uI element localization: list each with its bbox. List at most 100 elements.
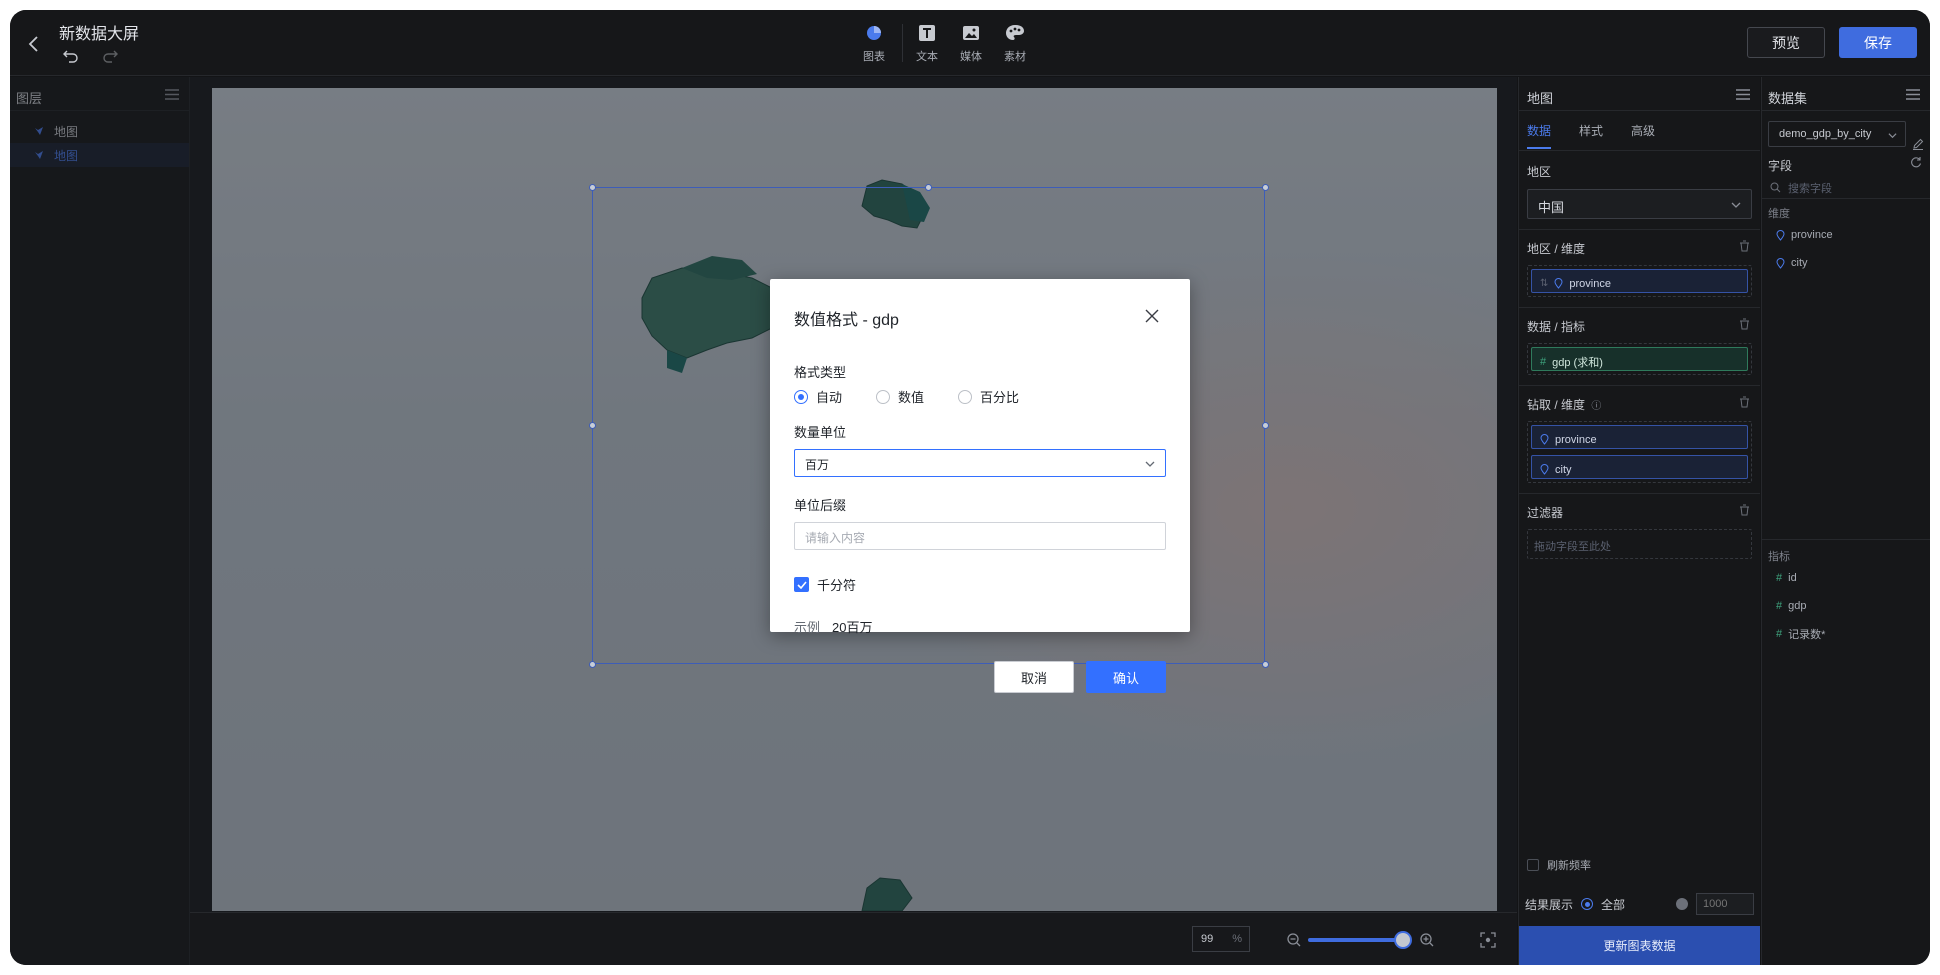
metric-label: 数据 / 指标 [1527,320,1586,334]
dataset-field-id[interactable]: # id [1762,564,1930,592]
result-limit-radio[interactable] [1676,898,1688,910]
dataset-field-count[interactable]: # 记录数* [1762,620,1930,648]
tool-chart[interactable]: 图表 [854,22,894,64]
search-icon [1770,182,1781,193]
resize-handle[interactable] [1262,184,1269,191]
trash-icon[interactable] [1739,504,1750,516]
properties-header: 地图 [1519,77,1760,111]
resize-handle[interactable] [925,184,932,191]
unit-select-value: 百万 [805,458,830,472]
field-chip[interactable]: # gdp (求和) [1531,347,1748,371]
thousand-separator-checkbox[interactable]: 千分符 [794,575,856,594]
result-limit-input[interactable] [1696,893,1754,915]
suffix-input[interactable]: 请输入内容 [794,522,1166,550]
menu-icon[interactable] [1906,89,1920,100]
zoom-slider-thumb[interactable] [1394,931,1412,949]
filter-well[interactable]: 拖动字段至此处 [1527,529,1752,559]
edit-icon[interactable] [1912,138,1924,150]
dataset-field-gdp[interactable]: # gdp [1762,592,1930,620]
suffix-input-placeholder: 请输入内容 [805,531,866,545]
refresh-label: 刷新频率 [1547,860,1591,872]
field-chip[interactable]: province [1531,425,1748,449]
trash-icon[interactable] [1739,318,1750,330]
fields-header: 字段 [1762,153,1930,177]
result-all-radio[interactable] [1581,898,1594,910]
number-format-dialog: 数值格式 - gdp 格式类型 自动 数值 百分比 数量单位 百万 单位后缀 请… [770,279,1190,693]
format-radio-auto[interactable]: 自动 [794,387,842,406]
dataset-select[interactable]: demo_gdp_by_city [1768,121,1906,147]
tool-assets-label: 素材 [1004,51,1026,63]
tab-advanced[interactable]: 高级 [1631,122,1655,139]
trash-icon[interactable] [1739,396,1750,408]
confirm-button[interactable]: 确认 [1086,661,1166,693]
suffix-label: 单位后缀 [794,498,847,513]
format-radio-percent[interactable]: 百分比 [958,387,1019,406]
resize-handle[interactable] [1262,661,1269,668]
hash-icon: # [1776,600,1783,612]
tab-data[interactable]: 数据 [1527,122,1552,149]
drill-well[interactable]: province city [1527,421,1752,483]
hash-icon: # [1776,572,1783,584]
chart-pie-icon [867,26,881,40]
dataset-field-label: id [1788,572,1797,584]
dataset-field-province[interactable]: province [1762,221,1930,249]
resize-handle[interactable] [589,422,596,429]
preview-button[interactable]: 预览 [1747,27,1825,58]
trash-icon[interactable] [1739,240,1750,252]
tool-text[interactable]: 文本 [907,22,947,64]
tool-assets[interactable]: 素材 [995,22,1035,64]
dataset-field-city[interactable]: city [1762,249,1930,277]
fit-screen-icon[interactable] [1480,932,1496,948]
format-example: 示例 20百万 [794,617,872,636]
menu-icon[interactable] [1736,89,1750,100]
filter-placeholder: 拖动字段至此处 [1534,541,1611,553]
chevron-down-icon [1145,461,1155,467]
field-chip-label: province [1569,277,1611,290]
back-arrow-icon[interactable] [24,34,44,54]
result-label: 结果展示 [1525,897,1574,912]
unit-label: 数量单位 [794,425,847,440]
unit-select[interactable]: 百万 [794,449,1166,477]
format-radio-number[interactable]: 数值 [876,387,924,406]
resize-handle[interactable] [589,661,596,668]
hash-icon: # [1540,355,1547,368]
app-window: 新数据大屏 图表 文本 媒体 素材 预览 保存 图层 地图 地图 99 % 地图… [10,10,1930,965]
redo-icon[interactable] [101,46,119,64]
undo-icon[interactable] [62,46,80,64]
field-search[interactable]: 搜索字段 [1762,177,1930,199]
radio-label: 百分比 [980,390,1020,405]
section-divider [1519,493,1760,494]
drill-label: 钻取 / 维度 [1527,398,1586,412]
chevron-down-icon [1888,133,1897,139]
radio-circle [876,389,890,404]
check-icon [796,580,807,589]
zoom-out-icon[interactable] [1286,932,1302,948]
field-chip[interactable]: ⇅ province [1531,269,1748,293]
tool-media[interactable]: 媒体 [951,22,991,64]
image-icon [963,26,979,40]
metric-well[interactable]: # gdp (求和) [1527,343,1752,375]
save-button[interactable]: 保存 [1839,27,1917,58]
filter-label: 过滤器 [1527,506,1564,520]
region-select[interactable]: 中国 [1527,189,1752,219]
resize-handle[interactable] [1262,422,1269,429]
refresh-checkbox[interactable] [1527,859,1539,871]
zoom-input[interactable]: 99% [1192,926,1250,952]
zoom-unit: % [1232,933,1242,945]
refresh-icon[interactable] [1910,156,1922,168]
zoom-slider[interactable] [1308,938,1408,942]
update-chart-data-button[interactable]: 更新图表数据 [1519,926,1760,965]
zoom-in-icon[interactable] [1419,932,1435,948]
radio-label: 数值 [898,390,925,405]
resize-handle[interactable] [589,184,596,191]
region-dim-label: 地区 / 维度 [1527,242,1586,256]
tab-style[interactable]: 样式 [1579,122,1603,139]
dataset-select-value: demo_gdp_by_city [1779,128,1872,140]
dataset-field-label: gdp [1788,600,1807,612]
region-dim-well[interactable]: ⇅ province [1527,265,1752,297]
radio-label: 自动 [816,390,843,405]
field-chip[interactable]: city [1531,455,1748,479]
cancel-button[interactable]: 取消 [994,661,1074,693]
close-icon[interactable] [1144,308,1160,324]
dataset-title: 数据集 [1768,91,1808,106]
